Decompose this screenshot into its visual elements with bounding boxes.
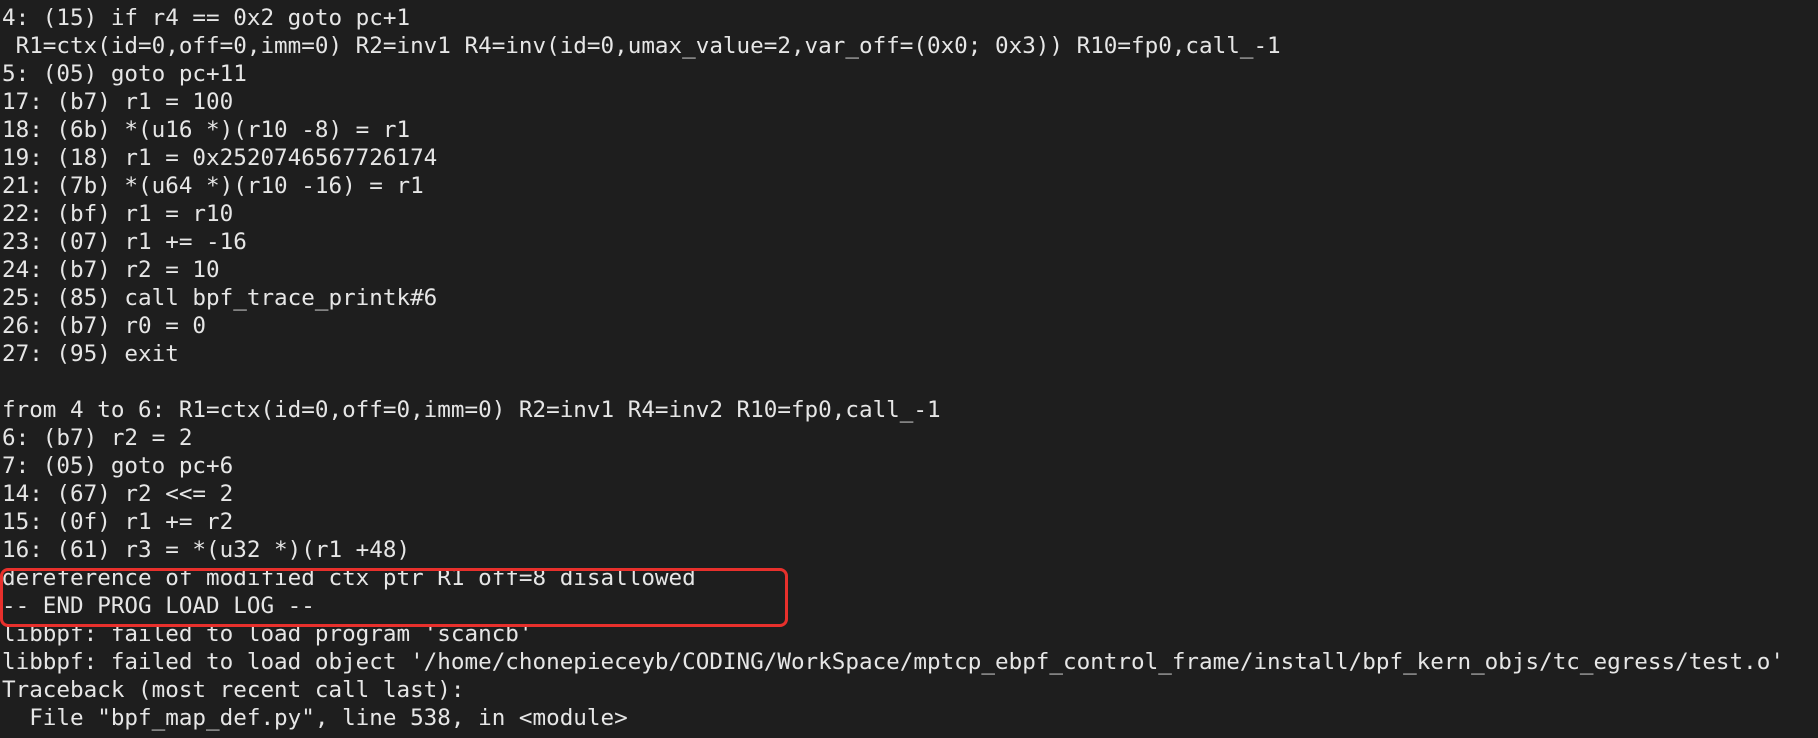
- terminal-line: 14: (67) r2 <<= 2: [2, 481, 234, 507]
- terminal-line: 23: (07) r1 += -16: [2, 229, 247, 255]
- terminal-line: libbpf: failed to load object '/home/cho…: [2, 649, 1784, 675]
- terminal-line: 24: (b7) r2 = 10: [2, 257, 220, 283]
- error-message-line: dereference of modified ctx ptr R1 off=8…: [2, 565, 696, 591]
- terminal-line: 22: (bf) r1 = r10: [2, 201, 234, 227]
- terminal-line: 17: (b7) r1 = 100: [2, 89, 234, 115]
- terminal-line: R1=ctx(id=0,off=0,imm=0) R2=inv1 R4=inv(…: [2, 33, 1281, 59]
- terminal-line: 18: (6b) *(u16 *)(r10 -8) = r1: [2, 117, 411, 143]
- terminal-line: 15: (0f) r1 += r2: [2, 509, 234, 535]
- terminal-output[interactable]: 4: (15) if r4 == 0x2 goto pc+1 R1=ctx(id…: [0, 0, 1818, 738]
- terminal-line: 19: (18) r1 = 0x2520746567726174: [2, 145, 438, 171]
- terminal-line: 16: (61) r3 = *(u32 *)(r1 +48): [2, 537, 411, 563]
- terminal-line: 27: (95) exit: [2, 341, 179, 367]
- terminal-line: 7: (05) goto pc+6: [2, 453, 234, 479]
- terminal-line: 4: (15) if r4 == 0x2 goto pc+1: [2, 5, 411, 31]
- terminal-line: 25: (85) call bpf_trace_printk#6: [2, 285, 438, 311]
- traceback-line: Traceback (most recent call last):: [2, 677, 465, 703]
- traceback-line: File "bpf_map_def.py", line 538, in <mod…: [2, 705, 628, 731]
- terminal-line: 21: (7b) *(u64 *)(r10 -16) = r1: [2, 173, 424, 199]
- terminal-line: 5: (05) goto pc+11: [2, 61, 247, 87]
- end-log-line: -- END PROG LOAD LOG --: [2, 593, 315, 619]
- terminal-line: from 4 to 6: R1=ctx(id=0,off=0,imm=0) R2…: [2, 397, 941, 423]
- terminal-line: libbpf: failed to load program 'scancb': [2, 621, 533, 647]
- terminal-line: 26: (b7) r0 = 0: [2, 313, 207, 339]
- terminal-line: 6: (b7) r2 = 2: [2, 425, 193, 451]
